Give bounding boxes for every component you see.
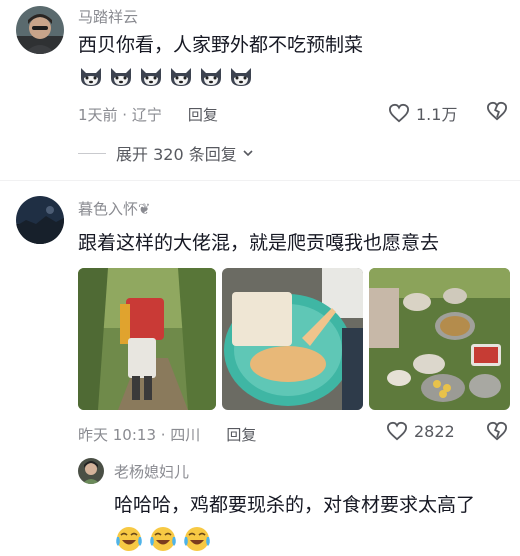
heart-icon bbox=[386, 421, 408, 441]
like-button[interactable]: 2822 bbox=[386, 421, 455, 441]
photo-chicken[interactable] bbox=[222, 268, 363, 410]
like-count: 2822 bbox=[414, 421, 455, 441]
replier-name[interactable]: 老杨媳妇儿 bbox=[114, 461, 189, 482]
comment-meta: 1天前 · 辽宁 回复 bbox=[78, 104, 218, 125]
avatar-commenter-1[interactable] bbox=[16, 6, 64, 54]
like-button[interactable]: 1.1万 bbox=[388, 101, 457, 125]
reply-button[interactable]: 回复 bbox=[188, 104, 218, 125]
avatar-dusk-landscape-image bbox=[16, 196, 64, 244]
reply-text: 哈哈哈，鸡都要现杀的，对食材要求太高了 bbox=[114, 494, 476, 516]
expand-line bbox=[78, 152, 106, 154]
husky-dog-emoji bbox=[198, 64, 224, 88]
time-location: 昨天 10:13 · 四川 bbox=[78, 426, 201, 444]
like-count: 1.1万 bbox=[416, 105, 458, 124]
expand-replies-button[interactable]: 展开 320 条回复 bbox=[78, 141, 255, 165]
broken-heart-icon bbox=[486, 101, 508, 121]
avatar-woman-image bbox=[78, 458, 104, 484]
commenter-name-text: 暮色入怀 bbox=[78, 200, 139, 218]
avatar-commenter-2[interactable] bbox=[16, 196, 64, 244]
chicken-basin-image bbox=[222, 268, 363, 410]
laughing-crying-emoji bbox=[114, 524, 144, 554]
commenter-name[interactable]: 马踏祥云 bbox=[78, 6, 138, 27]
emoji-group bbox=[114, 524, 212, 554]
picnic-feast-image bbox=[369, 268, 510, 410]
comment-body: 西贝你看，人家野外都不吃预制菜 bbox=[78, 34, 364, 56]
dislike-button[interactable] bbox=[486, 421, 508, 445]
comment-text: 西贝你看，人家野外都不吃预制菜 bbox=[78, 30, 508, 90]
husky-dog-emoji bbox=[168, 64, 194, 88]
divider bbox=[0, 180, 520, 181]
husky-dog-emoji bbox=[78, 64, 104, 88]
commenter-name[interactable]: 暮色入怀❦ bbox=[78, 198, 151, 219]
expand-label: 展开 320 条回复 bbox=[116, 145, 237, 164]
husky-dog-emoji bbox=[228, 64, 254, 88]
heart-icon bbox=[388, 103, 410, 123]
time-location: 1天前 · 辽宁 bbox=[78, 106, 162, 124]
husky-dog-emoji bbox=[138, 64, 164, 88]
photo-picnic[interactable] bbox=[369, 268, 510, 410]
avatar-man-image bbox=[16, 6, 64, 54]
dislike-button[interactable] bbox=[486, 101, 508, 125]
emoji-group bbox=[78, 64, 254, 88]
comment-text: 跟着这样的大佬混，就是爬贡嘎我也愿意去 bbox=[78, 232, 440, 254]
photo-hiker[interactable] bbox=[78, 268, 216, 410]
username-ornament: ❦ bbox=[138, 200, 151, 218]
avatar-replier[interactable] bbox=[78, 458, 104, 484]
chevron-down-icon bbox=[243, 150, 253, 157]
husky-dog-emoji bbox=[108, 64, 134, 88]
laughing-crying-emoji bbox=[148, 524, 178, 554]
hiker-forest-image bbox=[78, 268, 216, 410]
laughing-crying-emoji bbox=[182, 524, 212, 554]
reply-button[interactable]: 回复 bbox=[226, 424, 256, 445]
comment-meta: 昨天 10:13 · 四川 回复 bbox=[78, 424, 256, 445]
broken-heart-icon bbox=[486, 421, 508, 441]
